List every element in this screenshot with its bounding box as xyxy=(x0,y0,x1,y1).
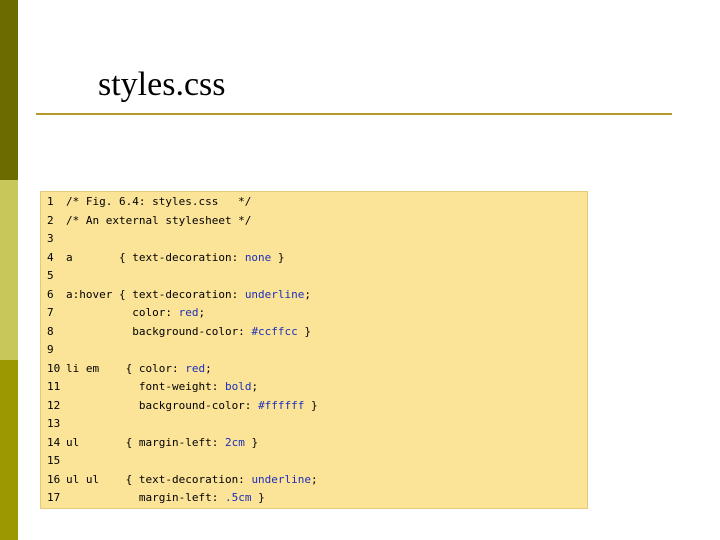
code-token: /* An external stylesheet */ xyxy=(66,213,252,227)
left-accent-bar-middle xyxy=(0,180,18,360)
code-token: underline xyxy=(244,287,305,301)
line-number: 5 xyxy=(47,269,54,282)
code-text: margin-left: .5cm } xyxy=(66,489,265,507)
line-number: 6 xyxy=(47,287,54,301)
code-token: #ffffff xyxy=(258,398,305,412)
code-token: } xyxy=(304,398,318,412)
code-token: li em { color: xyxy=(66,361,186,375)
code-token: ul ul { text-decoration: xyxy=(66,472,252,486)
code-token: background-color: xyxy=(66,324,252,338)
code-text: color: red; xyxy=(66,304,205,322)
code-token: color: xyxy=(66,306,179,319)
code-text: a { text-decoration: none } xyxy=(66,249,285,267)
code-token: background-color: xyxy=(66,398,259,412)
code-token: ; xyxy=(205,361,212,375)
line-number: 15 xyxy=(47,454,61,467)
code-text: background-color: #ffffff } xyxy=(66,397,318,415)
line-number: 12 xyxy=(47,398,61,412)
code-token: none xyxy=(244,250,272,264)
code-token: 2cm xyxy=(224,435,245,449)
line-number: 10 xyxy=(47,361,61,375)
line-number: 11 xyxy=(47,380,61,393)
code-text: li em { color: red; xyxy=(66,360,212,378)
code-token: a { text-decoration: xyxy=(66,250,245,264)
line-number: 1 xyxy=(47,195,54,208)
code-token: font-weight: xyxy=(66,380,225,393)
code-token: a:hover { text-decoration: xyxy=(66,287,245,301)
code-token: } xyxy=(244,435,259,449)
code-text: /* An external stylesheet */ xyxy=(66,212,251,230)
line-number: 7 xyxy=(47,306,54,319)
title-divider xyxy=(36,113,672,115)
code-token: #ccffcc xyxy=(251,324,298,338)
code-text: font-weight: bold; xyxy=(66,378,258,396)
code-token: } xyxy=(271,250,285,264)
line-number: 14 xyxy=(47,435,61,449)
line-number: 17 xyxy=(47,491,61,504)
code-token: underline xyxy=(251,472,312,486)
code-token: } xyxy=(251,491,265,504)
code-token: ; xyxy=(198,306,206,319)
code-token: ; xyxy=(311,472,318,486)
code-token: margin-left: xyxy=(66,491,225,504)
code-text: /* Fig. 6.4: styles.css */ xyxy=(66,193,251,211)
code-listing: 1 /* Fig. 6.4: styles.css */ 2 /* An extern… xyxy=(40,191,588,509)
code-token: /* Fig. 6.4: styles.css */ xyxy=(66,195,252,208)
slide-title: styles.css xyxy=(98,66,226,103)
code-token: } xyxy=(297,324,312,338)
code-token: ; xyxy=(251,380,259,393)
left-accent-bar-bottom xyxy=(0,360,18,540)
code-token: red xyxy=(178,306,199,319)
left-accent-bar-top xyxy=(0,0,18,180)
code-text: background-color: #ccffcc } xyxy=(66,323,311,341)
line-number: 3 xyxy=(47,232,54,245)
code-text: a:hover { text-decoration: underline; xyxy=(66,286,311,304)
line-number: 4 xyxy=(47,250,54,264)
code-token: bold xyxy=(224,380,252,393)
line-number: 9 xyxy=(47,343,54,356)
line-number: 16 xyxy=(47,472,61,486)
code-text: ul ul { text-decoration: underline; xyxy=(66,471,318,489)
line-number: 2 xyxy=(47,213,54,227)
code-token: ul { margin-left: xyxy=(66,435,225,449)
code-token: red xyxy=(185,361,206,375)
code-text: ul { margin-left: 2cm } xyxy=(66,434,258,452)
line-number: 8 xyxy=(47,324,54,338)
code-token: .5cm xyxy=(224,491,252,504)
code-token: ; xyxy=(304,287,312,301)
line-number: 13 xyxy=(47,417,61,430)
